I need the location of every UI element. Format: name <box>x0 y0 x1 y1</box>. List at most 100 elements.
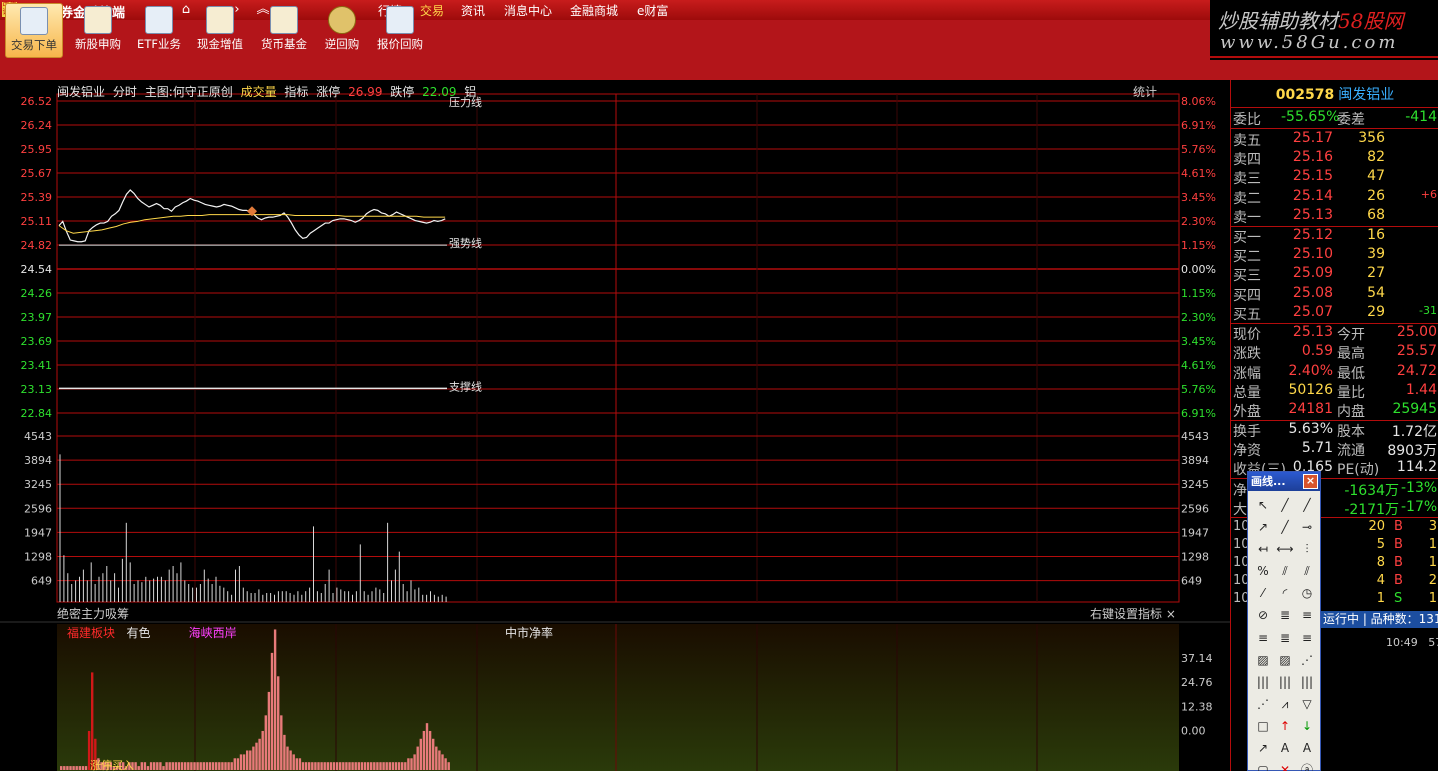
close-icon[interactable]: × <box>1303 474 1318 489</box>
indicator-bar <box>168 762 171 770</box>
draw-palette-title[interactable]: 画线... × <box>1248 472 1320 491</box>
draw-period2-icon[interactable]: ▨ <box>1274 649 1296 671</box>
draw-fib-retrace-icon[interactable]: ≡ <box>1252 627 1274 649</box>
indicator-label[interactable]: 指标 <box>284 85 308 99</box>
quote-repo-button[interactable]: 报价回购 <box>372 3 428 58</box>
indicator-bar <box>354 762 357 770</box>
bid-change: -31 <box>1419 303 1437 317</box>
indicator-bar <box>60 766 63 770</box>
reverse-repo-button[interactable]: 逆回购 <box>319 3 365 58</box>
volume-tick-label: 4543 <box>24 430 52 443</box>
stats-button[interactable]: 统计 <box>1133 83 1157 100</box>
indicator-bar <box>63 766 66 770</box>
price-tick-label: 26.52 <box>21 95 53 108</box>
indicator-bar <box>397 762 401 770</box>
money-fund-button[interactable]: 货币基金 <box>256 3 312 58</box>
draw-up-arrow-icon[interactable]: ↑ <box>1274 715 1296 737</box>
etf-button[interactable]: ETF业务 <box>133 3 185 58</box>
draw-trend-fan-icon[interactable]: ⋰ <box>1296 649 1318 671</box>
menu-e-wealth[interactable]: e财富 <box>637 2 668 19</box>
bid-row: 买一 25.12 16 <box>1231 227 1438 246</box>
menu-message-center[interactable]: 消息中心 <box>504 2 552 19</box>
draw-fib-icon[interactable]: ⁄ <box>1252 582 1274 604</box>
draw-segment-icon[interactable]: ╱ <box>1274 516 1296 538</box>
draw-text2-icon[interactable]: A <box>1296 737 1318 759</box>
draw-rect-icon[interactable]: □ <box>1252 715 1274 737</box>
draw-cycle-icon[interactable]: ||| <box>1252 671 1274 693</box>
indicator-bar <box>329 762 333 770</box>
chart-area[interactable]: 26.52 8.06% 26.24 6.91% 25.95 5.76% 25.67 4.61%… <box>0 80 1230 771</box>
chart-mode[interactable]: 分时 <box>113 85 137 99</box>
draw-wave-icon[interactable]: ⩘ <box>1274 693 1296 715</box>
stock-name: 闽发铝业 <box>1338 87 1395 103</box>
sector-label: 铝 <box>464 85 477 99</box>
draw-delete-icon[interactable]: ✕ <box>1274 759 1296 771</box>
draw-no-entry-icon[interactable]: ⊘ <box>1252 604 1274 626</box>
stat-label: 涨幅 <box>1233 365 1261 382</box>
draw-arrow-line-icon[interactable]: ↗ <box>1252 516 1274 538</box>
stat-row: 总量 50126 量比 1.44 <box>1231 382 1438 401</box>
stat-value: 1.72亿 <box>1391 423 1437 440</box>
price-tick-label: 23.69 <box>21 335 53 348</box>
tick-volume: 8 <box>1376 555 1385 570</box>
indicator-bar <box>162 766 165 770</box>
draw-text-icon[interactable]: A <box>1274 737 1296 759</box>
draw-gann-grid-icon[interactable]: ≡ <box>1296 604 1318 626</box>
draw-line-icon[interactable]: ╱ <box>1274 494 1296 516</box>
draw-box-icon[interactable]: ▢ <box>1252 759 1274 771</box>
draw-select-icon[interactable]: ↖ <box>1252 494 1274 516</box>
draw-speed-line-icon[interactable]: ≡ <box>1296 627 1318 649</box>
draw-gann-fan-icon[interactable]: ≣ <box>1274 604 1296 626</box>
draw-text-block-icon[interactable]: ≣ <box>1274 627 1296 649</box>
indicator-bar <box>236 758 240 770</box>
draw-cycle2-icon[interactable]: ||| <box>1274 671 1296 693</box>
volume-tick-label: 1298 <box>1181 551 1209 564</box>
draw-percent-icon[interactable]: % <box>1252 560 1274 582</box>
draw-left-ray-icon[interactable]: ↤ <box>1252 538 1274 560</box>
draw-period-icon[interactable]: ▨ <box>1252 649 1274 671</box>
menu-news[interactable]: 资讯 <box>461 2 485 19</box>
indicator-bar <box>435 746 438 770</box>
ask-row: 卖二 25.14 26 +6 <box>1231 188 1438 207</box>
indicator-bar <box>289 750 292 770</box>
chart-header: 闽发铝业 分时 主图:何守正原创 成交量 指标 涨停 26.99 跌停 22.0… <box>57 83 480 100</box>
draw-tag-icon[interactable]: ⓐ <box>1296 759 1318 771</box>
price-tick-label: 25.11 <box>21 215 53 228</box>
draw-parallel-icon[interactable]: ⫽ <box>1274 560 1296 582</box>
draw-cycle3-icon[interactable]: ||| <box>1296 671 1318 693</box>
subchart-background <box>57 624 1179 771</box>
draw-arc-icon[interactable]: ◜ <box>1274 582 1296 604</box>
draw-channel-icon[interactable]: ⫽ <box>1296 560 1318 582</box>
draw-angle-icon[interactable]: ⋰ <box>1252 693 1274 715</box>
draw-down-arrow-icon[interactable]: ↓ <box>1296 715 1318 737</box>
draw-v-line-icon[interactable]: ⫶ <box>1296 538 1318 560</box>
stat-row: 涨幅 2.40% 最低 24.72 <box>1231 363 1438 382</box>
indicator-bar <box>351 762 354 770</box>
draw-triangle-icon[interactable]: ▽ <box>1296 693 1318 715</box>
trade-order-button[interactable]: 交易下单 <box>5 3 63 58</box>
stat-label: 量比 <box>1337 384 1365 401</box>
stat-value: 2.40% <box>1288 362 1333 379</box>
intraday-chart[interactable]: 26.52 8.06% 26.24 6.91% 25.95 5.76% 25.67 4.61%… <box>0 80 1230 771</box>
limit-down-value: 22.09 <box>422 85 457 99</box>
indicator-bar <box>137 766 140 770</box>
ask-price: 25.16 <box>1292 149 1333 166</box>
draw-mark-icon[interactable]: ↗ <box>1252 737 1274 759</box>
draw-ray-icon[interactable]: ╱ <box>1296 494 1318 516</box>
stat-row: 净资 5.71 流通 8903万 <box>1231 440 1438 459</box>
indicator-bar <box>187 762 190 770</box>
ipo-subscribe-button[interactable]: 新股申购 <box>70 3 126 58</box>
draw-circle-icon[interactable]: ◷ <box>1296 582 1318 604</box>
stat-label: 现价 <box>1233 327 1261 343</box>
cash-growth-button[interactable]: 现金增值 <box>192 3 248 58</box>
trade-order-label: 交易下单 <box>11 38 57 52</box>
indicator-bar <box>211 762 215 770</box>
subchart-setting-button[interactable]: 右键设置指标 × <box>1090 605 1176 622</box>
draw-h-segment-icon[interactable]: ⟷ <box>1274 538 1296 560</box>
draw-h-ray-icon[interactable]: ⊸ <box>1296 516 1318 538</box>
draw-tool-palette[interactable]: 画线... × ↖ ╱ ╱ ↗ ╱ ⊸ ↤ ⟷ ⫶% ⫽ ⫽ ⁄ ◜ ◷ ⊘ ≣ ≡ ≡ ≣ ≡ ▨ ▨ ⋰ ||| ||| ||… <box>1247 471 1321 771</box>
indicator-bar <box>249 750 252 770</box>
menu-finance-mall[interactable]: 金融商城 <box>570 2 618 19</box>
price-tick-label: 24.26 <box>21 287 53 300</box>
main-chart-name[interactable]: 主图:何守正原创 <box>145 85 233 99</box>
